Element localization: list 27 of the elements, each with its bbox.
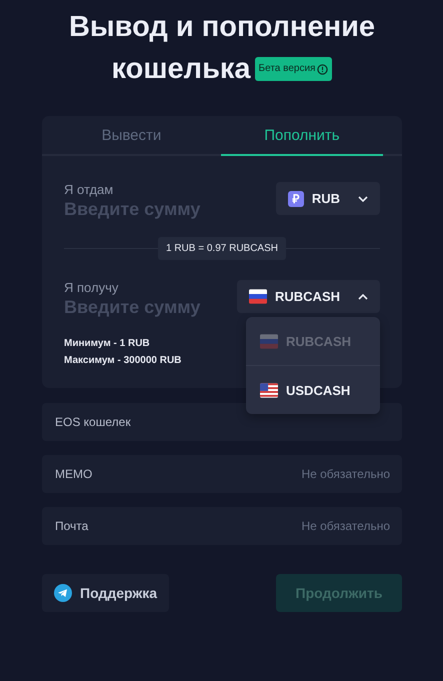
text-input[interactable]: Не обязательно: [240, 467, 390, 481]
input-field[interactable]: Почта Не обязательно: [42, 507, 402, 545]
field-label: EOS кошелек: [55, 415, 131, 429]
field-label: Я отдам: [64, 182, 114, 197]
page-title: Вывод и пополнение: [68, 10, 376, 45]
field-label: Я получу: [64, 280, 120, 295]
currency-select[interactable]: ₽ RUB: [276, 182, 380, 215]
field-label: MEMO: [55, 467, 92, 481]
exchange-rate: 1 RUB = 0.97 RUBCASH: [158, 236, 286, 260]
currency-select[interactable]: RUBCASH: [237, 280, 380, 313]
chevron-icon: [358, 196, 368, 202]
flag-icon: [260, 382, 278, 398]
support-button[interactable]: Поддержка: [42, 574, 170, 612]
limit-text: Максимум - 300000 RUB: [64, 355, 182, 366]
text-input[interactable]: Не обязательно: [240, 519, 390, 533]
page-title: кошелька: [112, 52, 251, 87]
tab[interactable]: Пополнить: [220, 116, 383, 156]
flag-icon: [260, 334, 278, 348]
chevron-icon: [358, 294, 368, 300]
field-label: Почта: [55, 519, 88, 533]
flag-icon: [249, 289, 267, 304]
info-icon: [317, 64, 328, 74]
beta-badge: Бета версия: [254, 57, 332, 81]
paper-plane-icon: [54, 584, 72, 602]
ruble-icon: ₽: [288, 190, 304, 206]
limit-text: Минимум - 1 RUB: [64, 338, 150, 349]
input-field[interactable]: MEMO Не обязательно: [42, 455, 402, 493]
